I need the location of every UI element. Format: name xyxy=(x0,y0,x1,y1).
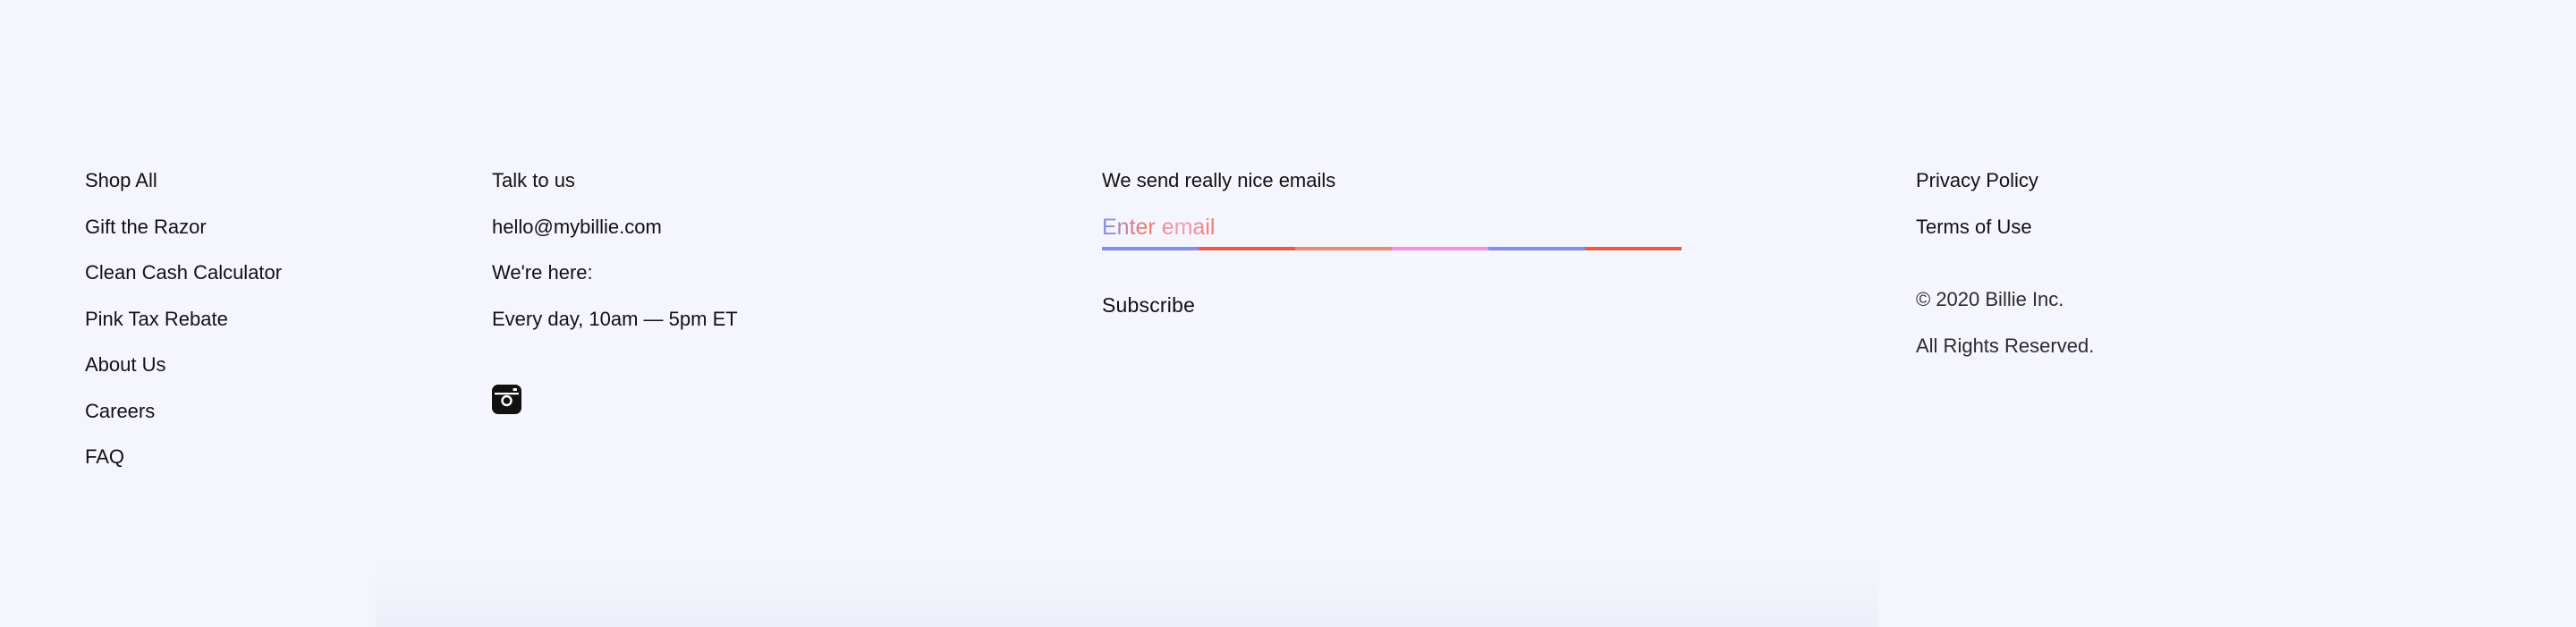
underline-segment xyxy=(1295,246,1392,250)
footer-link-gift-the-razor[interactable]: Gift the Razor xyxy=(85,204,282,250)
email-input[interactable] xyxy=(1102,207,1682,247)
rights-text: All Rights Reserved. xyxy=(1916,334,2095,357)
copyright-text: © 2020 Billie Inc. xyxy=(1916,288,2064,310)
newsletter-section: We send really nice emails Enter email S… xyxy=(1102,157,1682,318)
site-footer: Shop All Gift the Razor Clean Cash Calcu… xyxy=(0,0,2576,627)
footer-nav: Shop All Gift the Razor Clean Cash Calcu… xyxy=(85,157,282,480)
underline-segment xyxy=(1488,246,1585,250)
footer-nav-list: Shop All Gift the Razor Clean Cash Calcu… xyxy=(85,157,282,480)
footer-link-faq[interactable]: FAQ xyxy=(85,434,282,480)
contact-email-link[interactable]: hello@mybillie.com xyxy=(492,204,738,250)
hours-text: Every day, 10am — 5pm ET xyxy=(492,307,738,330)
email-field-wrapper: Enter email xyxy=(1102,207,1682,252)
legal-spacer xyxy=(1916,250,2094,276)
contact-section: Talk to us hello@mybillie.com We're here… xyxy=(492,157,738,414)
footer-link-clean-cash-calculator[interactable]: Clean Cash Calculator xyxy=(85,250,282,296)
underline-segment xyxy=(1392,246,1488,250)
privacy-policy-link[interactable]: Privacy Policy xyxy=(1916,157,2094,204)
subscribe-button[interactable]: Subscribe xyxy=(1102,293,1195,318)
legal-links: Privacy Policy Terms of Use xyxy=(1916,157,2094,250)
legal-section: Privacy Policy Terms of Use © 2020 Billi… xyxy=(1916,157,2094,369)
bottom-fade xyxy=(376,563,1878,627)
underline-segment xyxy=(1585,246,1682,250)
footer-link-careers[interactable]: Careers xyxy=(85,388,282,435)
hours-label: We're here: xyxy=(492,261,593,284)
footer-link-shop-all[interactable]: Shop All xyxy=(85,157,282,204)
footer-link-pink-tax-rebate[interactable]: Pink Tax Rebate xyxy=(85,296,282,343)
terms-of-use-link[interactable]: Terms of Use xyxy=(1916,204,2094,250)
instagram-icon[interactable] xyxy=(492,385,521,414)
newsletter-heading: We send really nice emails xyxy=(1102,169,1336,191)
contact-heading: Talk to us xyxy=(492,169,575,191)
underline-segment xyxy=(1199,246,1295,250)
email-underline xyxy=(1102,246,1682,250)
footer-link-about-us[interactable]: About Us xyxy=(85,342,282,388)
underline-segment xyxy=(1102,246,1199,250)
